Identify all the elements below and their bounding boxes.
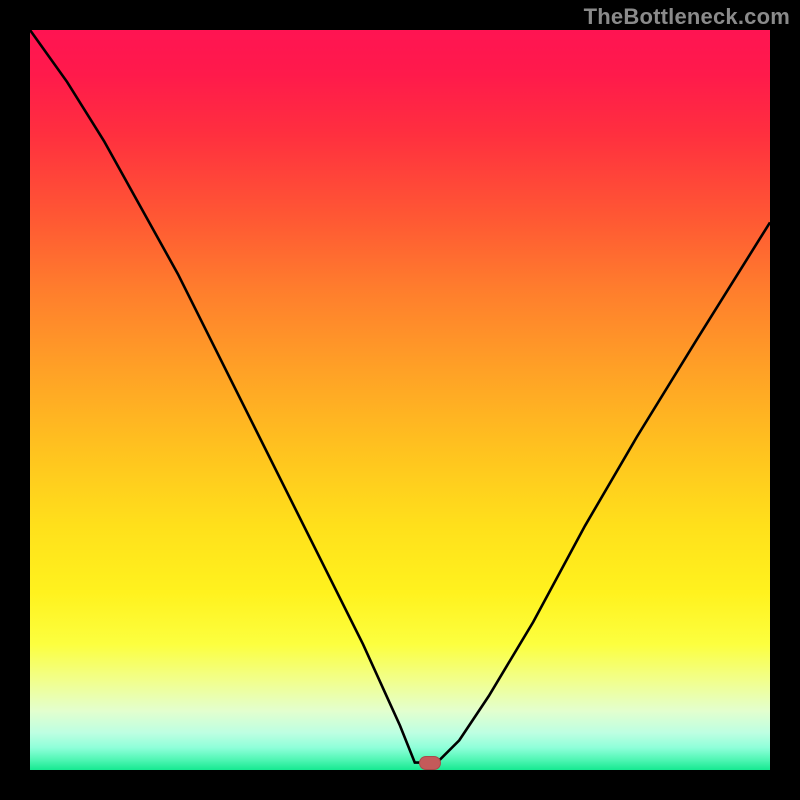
chart-frame: TheBottleneck.com [0,0,800,800]
plot-area [30,30,770,770]
watermark-text: TheBottleneck.com [584,4,790,30]
optimal-marker [419,756,441,770]
bottleneck-curve [30,30,770,770]
